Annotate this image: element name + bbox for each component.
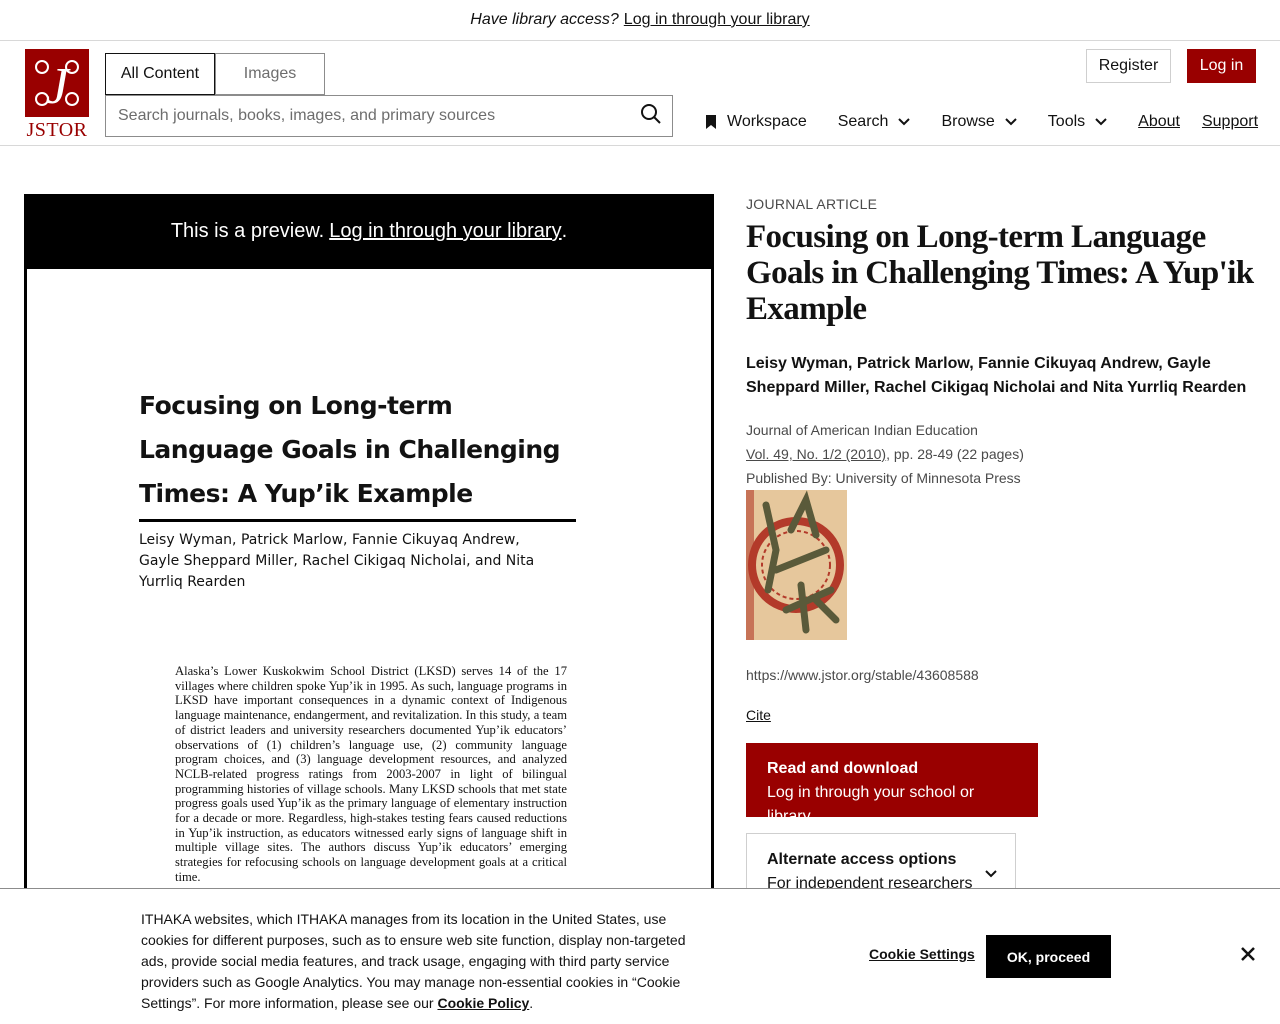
jstor-logo-mark: J <box>25 49 89 117</box>
search-input[interactable] <box>106 96 630 136</box>
search-button[interactable] <box>630 96 672 136</box>
cookie-settings-button[interactable]: Cookie Settings <box>869 946 975 962</box>
article-authors: Leisy Wyman, Patrick Marlow, Fannie Ciku… <box>746 355 1247 396</box>
nav-support[interactable]: Support <box>1202 113 1258 131</box>
chevron-down-icon <box>985 862 997 886</box>
preview-notice-end: . <box>561 220 568 242</box>
nav-about[interactable]: About <box>1138 113 1180 131</box>
nav-search-label: Search <box>837 113 889 130</box>
preview-login-link[interactable]: Log in through your library <box>329 220 561 243</box>
cookie-close-button[interactable] <box>1238 946 1258 966</box>
read-download-button[interactable]: Read and download Log in through your sc… <box>746 743 1038 825</box>
jstor-logo[interactable]: J JSTOR <box>24 49 90 141</box>
chevron-down-icon <box>898 113 911 131</box>
read-download-subtitle: Log in through your school or library <box>767 784 975 825</box>
cite-link[interactable]: Cite <box>746 707 771 723</box>
register-button[interactable]: Register <box>1086 49 1171 83</box>
cookie-banner: ITHAKA websites, which ITHAKA manages fr… <box>0 888 1280 1024</box>
nav-browse-label: Browse <box>941 113 995 130</box>
bookmark-icon <box>706 115 716 129</box>
nav-browse[interactable]: Browse <box>941 113 1017 131</box>
close-icon <box>1241 946 1255 966</box>
issue-link[interactable]: Vol. 49, No. 1/2 (2010) <box>746 446 886 462</box>
page-range: , pp. 28-49 (22 pages) <box>886 446 1024 462</box>
nav-search[interactable]: Search <box>838 113 911 131</box>
issue-info: Vol. 49, No. 1/2 (2010), pp. 28-49 (22 p… <box>746 442 1258 466</box>
library-access-banner: Have library access? Log in through your… <box>0 0 1280 41</box>
library-access-question: Have library access? <box>470 11 619 28</box>
cookie-message: ITHAKA websites, which ITHAKA manages fr… <box>141 909 707 1014</box>
tab-all-content[interactable]: All Content <box>105 53 215 95</box>
article-title: Focusing on Long-term Language Goals in … <box>746 219 1254 327</box>
nav-tools[interactable]: Tools <box>1048 113 1107 131</box>
site-header: J JSTOR All Content Images Register Log … <box>0 41 1280 146</box>
preview-notice: This is a preview. Log in through your l… <box>24 194 714 269</box>
preview-notice-text: This is a preview. <box>170 220 325 242</box>
cookie-policy-link[interactable]: Cookie Policy <box>437 995 529 1011</box>
login-button[interactable]: Log in <box>1187 49 1256 83</box>
stable-url: https://www.jstor.org/stable/43608588 <box>746 667 979 683</box>
nav-workspace-label: Workspace <box>727 113 807 130</box>
search-scope-tabs: All Content Images <box>105 53 325 95</box>
alternate-access-title: Alternate access options <box>767 851 957 868</box>
library-login-link[interactable]: Log in through your library <box>624 11 810 29</box>
cookie-text-end: . <box>529 995 534 1011</box>
journal-cover-image[interactable] <box>746 490 847 640</box>
chevron-down-icon <box>1005 113 1017 131</box>
article-details: Journal Article Focusing on Long-term La… <box>746 196 1258 913</box>
pdf-abstract: Alaska’s Lower Kuskokwim School District… <box>175 664 567 884</box>
content-type: Journal Article <box>746 196 878 212</box>
nav-workspace[interactable]: Workspace <box>706 113 807 131</box>
publisher: Published By: University of Minnesota Pr… <box>746 470 1021 486</box>
search-bar <box>105 95 673 137</box>
article-preview: This is a preview. Log in through your l… <box>24 194 714 954</box>
chevron-down-icon <box>1095 113 1107 131</box>
search-icon <box>640 103 662 130</box>
journal-name: Journal of American Indian Education <box>746 422 978 438</box>
nav-tools-label: Tools <box>1047 113 1086 130</box>
pdf-authors: Leisy Wyman, Patrick Marlow, Fannie Ciku… <box>139 532 535 590</box>
pdf-title: Focusing on Long-term Language Goals in … <box>139 391 561 508</box>
tab-images[interactable]: Images <box>215 53 325 95</box>
read-download-title: Read and download <box>767 760 919 777</box>
cookie-text: ITHAKA websites, which ITHAKA manages fr… <box>141 911 686 1011</box>
svg-text:J: J <box>45 58 71 113</box>
jstor-logo-text: JSTOR <box>26 119 88 141</box>
main-nav: Workspace Search Browse Tools About Supp… <box>706 111 1258 133</box>
pdf-divider <box>139 519 576 522</box>
cookie-ok-button[interactable]: OK, proceed <box>986 935 1111 978</box>
